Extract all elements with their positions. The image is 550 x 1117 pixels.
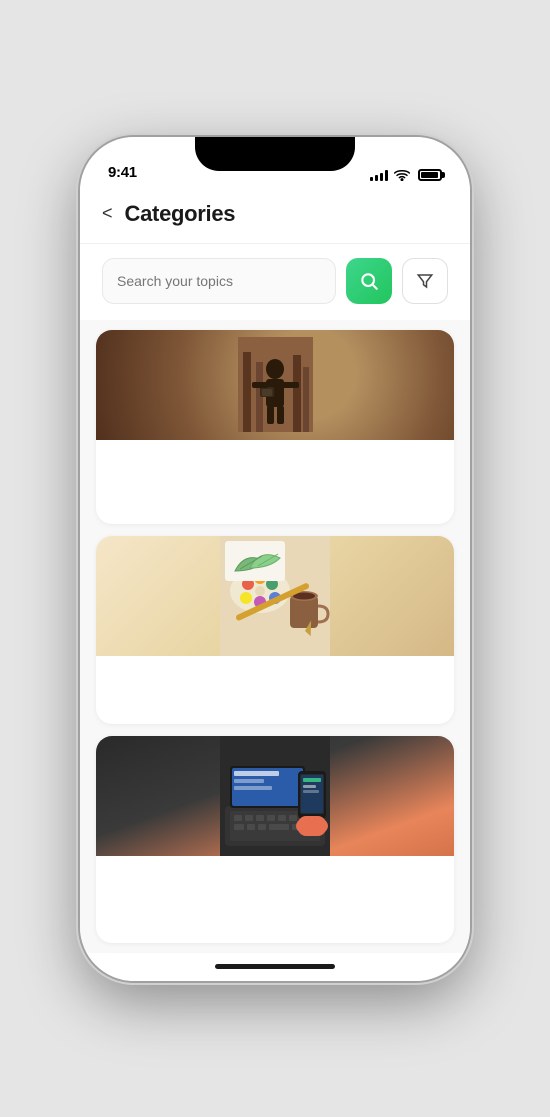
categories-list: How to master the photography Learn phot…	[80, 320, 470, 953]
search-icon	[359, 271, 379, 291]
card-image-mobile	[96, 736, 454, 856]
header: < Categories	[80, 187, 470, 244]
phone-frame: 9:41 < Categories	[80, 137, 470, 981]
card-image-photography	[96, 330, 454, 440]
search-button[interactable]	[346, 258, 392, 304]
page-title: Categories	[125, 201, 236, 227]
screen-content[interactable]: < Categories	[80, 187, 470, 953]
filter-icon	[416, 272, 434, 290]
battery-icon	[418, 169, 442, 181]
search-area	[80, 244, 470, 320]
category-card-mobile[interactable]: Mobile learning Become a mobile develope…	[96, 736, 454, 943]
notch	[195, 137, 355, 171]
photography-illustration	[238, 337, 313, 432]
filter-button[interactable]	[402, 258, 448, 304]
search-input[interactable]	[102, 258, 336, 304]
card-image-drawing	[96, 536, 454, 656]
status-icons	[370, 169, 442, 181]
category-card-photography[interactable]: How to master the photography Learn phot…	[96, 330, 454, 524]
category-card-drawing[interactable]: Drawing Master your drawing skills to en…	[96, 536, 454, 724]
mobile-illustration	[220, 736, 330, 856]
search-container	[102, 258, 336, 304]
wifi-icon	[394, 169, 410, 181]
back-button[interactable]: <	[102, 203, 113, 224]
home-bar	[215, 964, 335, 969]
home-indicator	[80, 953, 470, 981]
drawing-illustration	[220, 536, 330, 656]
signal-icon	[370, 169, 388, 181]
status-time: 9:41	[108, 164, 137, 181]
